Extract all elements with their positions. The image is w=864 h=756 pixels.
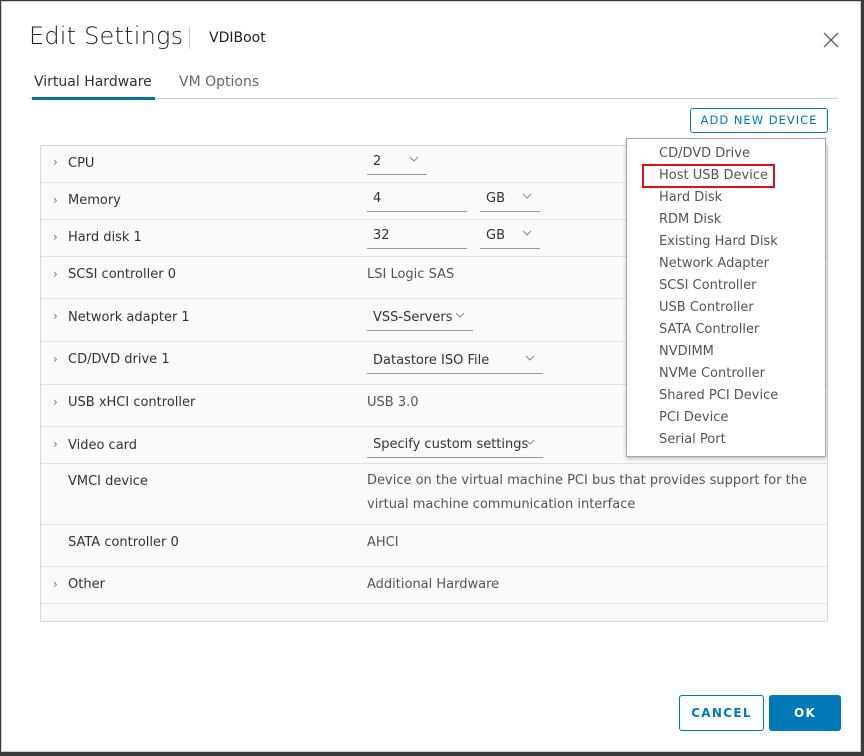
cd-dvd-source-value: Datastore ISO File — [373, 353, 490, 368]
hw-label: Network adapter 1 — [68, 310, 190, 325]
title-separator — [189, 27, 190, 49]
hw-label: Memory — [68, 193, 121, 208]
chevron-right-icon[interactable]: › — [53, 437, 58, 451]
hw-label: SCSI controller 0 — [68, 267, 176, 282]
tab-virtual-hardware[interactable]: Virtual Hardware — [32, 74, 155, 100]
hw-label: USB xHCI controller — [68, 395, 196, 410]
hw-value: LSI Logic SAS — [367, 267, 455, 282]
menu-item-sata-controller[interactable]: SATA Controller — [659, 322, 759, 337]
chevron-down-icon — [525, 439, 535, 445]
menu-item-shared-pci-device[interactable]: Shared PCI Device — [659, 388, 778, 403]
menu-item-serial-port[interactable]: Serial Port — [659, 432, 726, 447]
menu-item-rdm-disk[interactable]: RDM Disk — [659, 212, 721, 227]
hw-value: Device on the virtual machine PCI bus th… — [367, 473, 808, 512]
vm-name: VDIBoot — [209, 30, 266, 46]
menu-item-pci-device[interactable]: PCI Device — [659, 410, 728, 425]
memory-unit-value: GB — [486, 191, 505, 206]
chevron-down-icon — [455, 312, 465, 318]
hw-label: Video card — [68, 438, 138, 453]
chevron-right-icon[interactable]: › — [53, 309, 58, 323]
menu-item-nvme-controller[interactable]: NVMe Controller — [659, 366, 765, 381]
cpu-count-select[interactable]: 2 — [367, 152, 427, 175]
hw-label: CPU — [68, 156, 95, 171]
menu-item-existing-hard-disk[interactable]: Existing Hard Disk — [659, 234, 778, 249]
hw-row-other[interactable]: › Other Additional Hardware — [41, 567, 827, 604]
tab-vm-options[interactable]: VM Options — [179, 74, 259, 97]
highlight-annotation-box — [642, 164, 775, 188]
hard-disk-unit-value: GB — [486, 228, 505, 243]
network-value: VSS-Servers — [373, 310, 453, 325]
chevron-down-icon — [522, 230, 532, 236]
chevron-down-icon — [522, 193, 532, 199]
ok-button[interactable]: OK — [769, 695, 841, 731]
hw-label: Hard disk 1 — [68, 230, 142, 245]
chevron-right-icon[interactable]: › — [53, 395, 58, 409]
memory-unit-select[interactable]: GB — [480, 189, 540, 212]
add-new-device-button[interactable]: ADD NEW DEVICE — [690, 108, 828, 133]
cd-dvd-source-select[interactable]: Datastore ISO File — [367, 351, 543, 374]
close-icon — [823, 32, 839, 48]
chevron-down-icon — [409, 156, 419, 162]
chevron-right-icon[interactable]: › — [53, 577, 58, 591]
chevron-right-icon[interactable]: › — [53, 155, 58, 169]
hard-disk-unit-select[interactable]: GB — [480, 226, 540, 249]
hw-row-sata-controller: SATA controller 0 AHCI — [41, 525, 827, 567]
chevron-right-icon[interactable]: › — [53, 193, 58, 207]
hard-disk-size-value: 32 — [373, 228, 390, 243]
hw-label: CD/DVD drive 1 — [68, 352, 170, 367]
cpu-count-value: 2 — [373, 154, 382, 169]
tab-bar: Virtual Hardware VM Options — [30, 62, 838, 100]
memory-input[interactable]: 4 — [367, 189, 467, 212]
menu-item-nvdimm[interactable]: NVDIMM — [659, 344, 714, 359]
video-card-select[interactable]: Specify custom settings — [367, 435, 543, 458]
dialog-title: Edit Settings — [29, 22, 184, 50]
chevron-down-icon — [525, 355, 535, 361]
hw-row-vmci-device: VMCI device Device on the virtual machin… — [41, 464, 827, 525]
menu-item-network-adapter[interactable]: Network Adapter — [659, 256, 769, 271]
chevron-right-icon[interactable]: › — [53, 267, 58, 281]
hw-label: Other — [68, 577, 105, 592]
menu-item-usb-controller[interactable]: USB Controller — [659, 300, 754, 315]
menu-item-cd-dvd-drive[interactable]: CD/DVD Drive — [659, 146, 750, 161]
video-card-value: Specify custom settings — [373, 437, 529, 452]
hw-label: SATA controller 0 — [68, 535, 179, 550]
network-select[interactable]: VSS-Servers — [367, 308, 473, 331]
chevron-right-icon[interactable]: › — [53, 230, 58, 244]
menu-item-hard-disk[interactable]: Hard Disk — [659, 190, 722, 205]
chevron-right-icon[interactable]: › — [53, 352, 58, 366]
close-button[interactable] — [821, 30, 841, 50]
memory-value: 4 — [373, 191, 382, 206]
cancel-button[interactable]: CANCEL — [679, 695, 764, 731]
hw-label: VMCI device — [68, 474, 148, 489]
hw-value: Additional Hardware — [367, 577, 500, 592]
hw-value: AHCI — [367, 535, 399, 550]
hw-value: USB 3.0 — [367, 395, 419, 410]
menu-item-scsi-controller[interactable]: SCSI Controller — [659, 278, 757, 293]
hard-disk-size-input[interactable]: 32 — [367, 226, 467, 249]
